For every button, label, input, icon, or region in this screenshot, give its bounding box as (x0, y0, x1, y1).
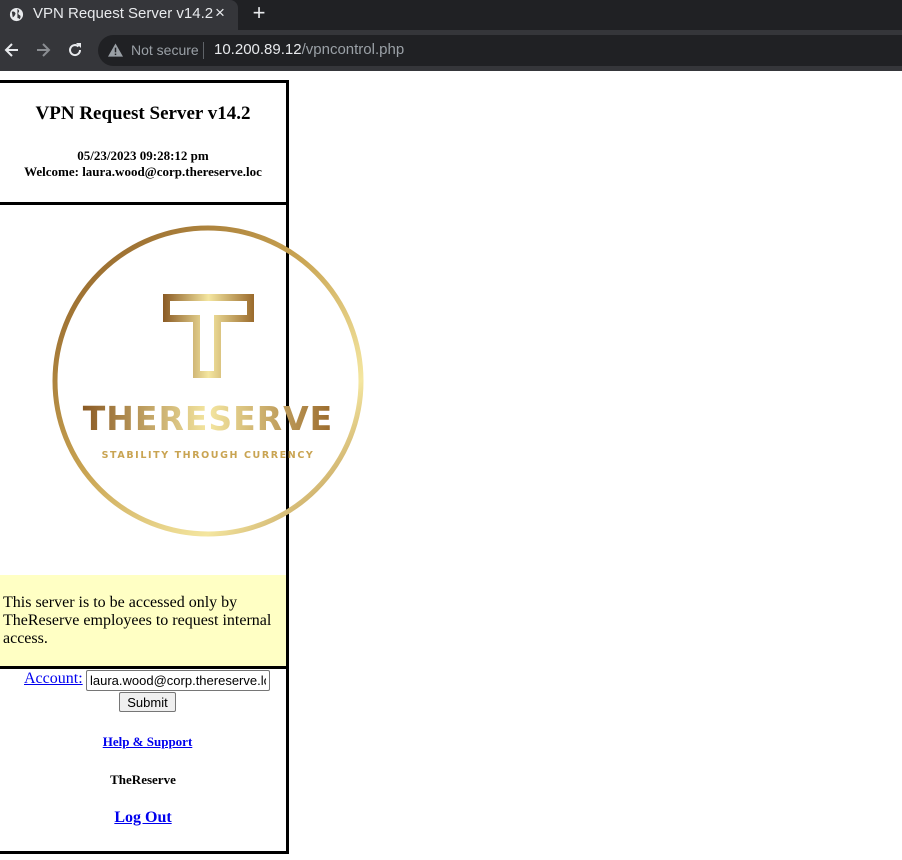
welcome-text: Welcome: laura.wood@corp.thereserve.loc (24, 164, 262, 179)
divider (203, 42, 204, 59)
globe-icon (9, 7, 24, 22)
logo-tagline-text: STABILITY THROUGH CURRENCY (102, 450, 315, 461)
datetime-text: 05/23/2023 09:28:12 pm (77, 148, 209, 163)
new-tab-button[interactable]: + (249, 0, 269, 26)
request-form: Account: Submit Help & Support TheReserv… (0, 669, 289, 854)
url-text[interactable]: 10.200.89.12/vpncontrol.php (214, 41, 404, 58)
reload-icon[interactable] (65, 40, 85, 60)
help-support-link[interactable]: Help & Support (0, 734, 295, 750)
brand-name: TheReserve (110, 772, 176, 787)
warning-icon (108, 43, 123, 57)
logo-t-mark (163, 294, 254, 378)
tab-title: VPN Request Server v14.2 (33, 5, 214, 22)
account-input[interactable] (86, 670, 270, 691)
browser-tab[interactable]: VPN Request Server v14.2 × (0, 0, 238, 30)
notice-box: This server is to be accessed only by Th… (0, 575, 289, 666)
url-host: 10.200.89.12 (214, 41, 302, 58)
page-title: VPN Request Server v14.2 (35, 103, 251, 124)
back-arrow-icon[interactable] (2, 40, 22, 60)
logo-ring (52, 225, 364, 537)
tab-strip: VPN Request Server v14.2 × + (0, 0, 902, 30)
close-icon[interactable]: × (211, 3, 229, 23)
address-bar[interactable]: Not secure 10.200.89.12/vpncontrol.php (98, 35, 902, 66)
browser-toolbar: Not secure 10.200.89.12/vpncontrol.php (0, 30, 902, 71)
thereserve-logo: THERESERVE STABILITY THROUGH CURRENCY (52, 225, 364, 537)
account-label-link[interactable]: Account: (24, 670, 83, 688)
submit-button[interactable]: Submit (119, 692, 176, 712)
url-path: /vpncontrol.php (301, 41, 405, 58)
security-label[interactable]: Not secure (131, 42, 199, 58)
logo-brand-text: THERESERVE (83, 399, 333, 438)
header-box: VPN Request Server v14.2 05/23/2023 09:2… (0, 80, 289, 205)
forward-arrow-icon[interactable] (33, 40, 53, 60)
notice-text: This server is to be accessed only by Th… (3, 594, 272, 647)
logout-link[interactable]: Log Out (0, 809, 286, 827)
